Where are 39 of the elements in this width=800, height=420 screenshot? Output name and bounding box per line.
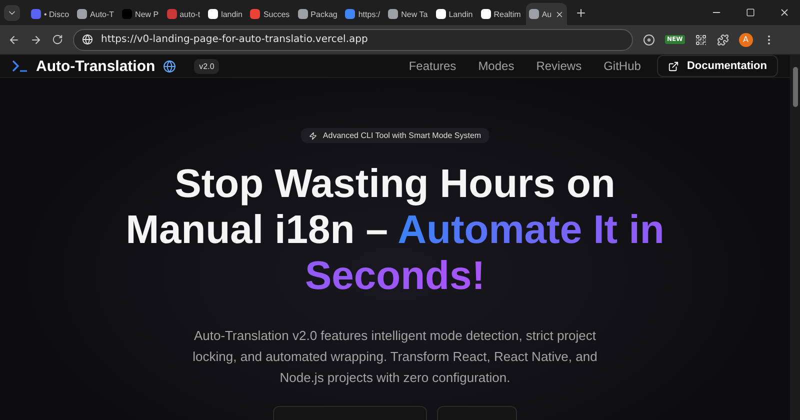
globe-icon (82, 34, 93, 45)
scrollbar-thumb[interactable] (792, 67, 798, 107)
close-icon[interactable] (554, 10, 564, 18)
close-icon[interactable] (779, 7, 790, 18)
qr-code-icon[interactable] (694, 34, 707, 46)
nav-link[interactable]: GitHub (604, 59, 641, 73)
browser-tab[interactable]: New P (119, 3, 162, 25)
browser-tab[interactable]: New Ta (385, 3, 431, 25)
new-tab-button[interactable] (574, 6, 587, 18)
feature-label: Advanced CLI Tool with Smart Mode System (322, 131, 482, 140)
browser-tab[interactable]: Auto-T (74, 3, 118, 25)
browser-tab[interactable]: • Disco (28, 3, 72, 25)
disc-icon[interactable] (643, 34, 655, 46)
browser-tab[interactable]: auto-t (164, 3, 204, 25)
terminal-icon (12, 60, 28, 72)
hero-headline: Stop Wasting Hours on Manual i18n – Automate It in Seconds! (124, 161, 666, 299)
browser-tab[interactable]: landin (205, 3, 246, 25)
browser-tab[interactable]: Realtim (478, 3, 524, 25)
reload-icon[interactable] (52, 34, 63, 45)
browser-tab[interactable]: Succes (247, 3, 293, 25)
external-link-icon (668, 60, 679, 72)
lightning-icon (308, 132, 317, 140)
browser-tab[interactable]: Landin (432, 3, 476, 25)
hero-description: Auto-Translation v2.0 features intelligent mode detection, strict project locking, and automated wrapping. Transform React, React Native, and Node.js projects with zero configuration. (192, 327, 598, 387)
nav-link[interactable]: Modes (478, 59, 514, 73)
restore-icon[interactable] (746, 8, 755, 17)
globe-icon (163, 60, 176, 72)
nav-link[interactable]: Features (408, 59, 456, 73)
address-bar[interactable]: https://v0-landing-page-for-auto-translatio.vercel.app (73, 28, 633, 50)
version-badge: v2.0 (194, 58, 220, 74)
nav-link[interactable]: Reviews (536, 59, 582, 73)
extensions-icon[interactable] (716, 34, 729, 46)
browser-tab[interactable]: https:/ (342, 3, 384, 25)
back-icon[interactable] (8, 34, 20, 46)
browser-tab[interactable]: Au (526, 3, 567, 25)
browser-tab[interactable]: Packag (294, 3, 340, 25)
forward-icon[interactable] (30, 34, 42, 46)
documentation-button[interactable]: Documentation (656, 55, 778, 77)
logo-text[interactable]: Auto-Translation (36, 58, 156, 74)
